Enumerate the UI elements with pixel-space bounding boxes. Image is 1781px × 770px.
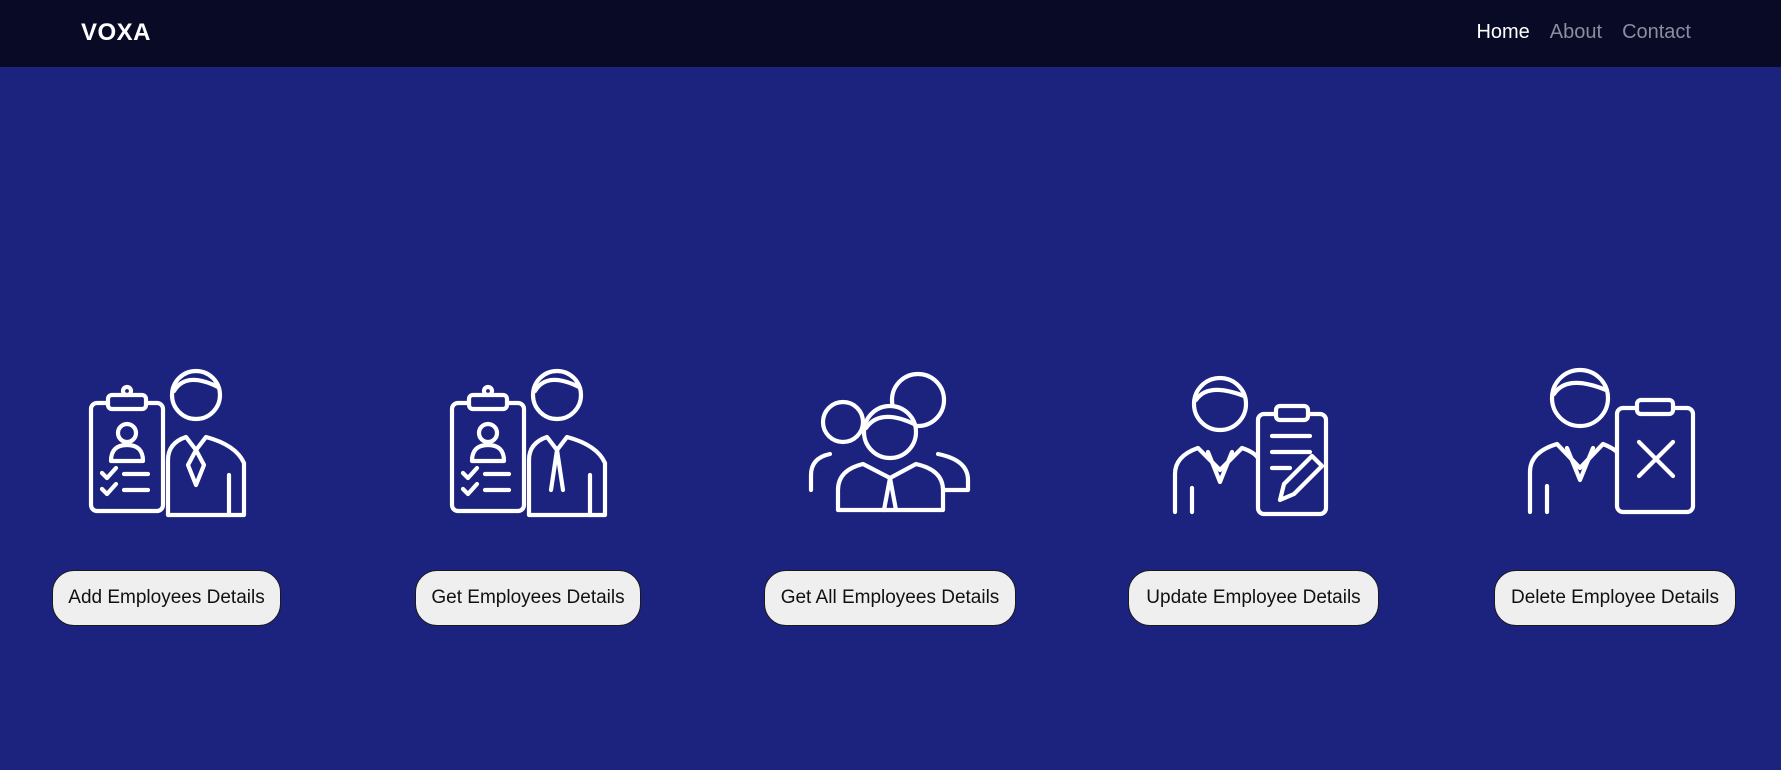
employee-group-icon [808,371,971,513]
delete-employee-button[interactable]: Delete Employee Details [1494,570,1736,626]
employee-delete-clipboard-icon [1527,367,1696,515]
employee-clipboard-checklist-icon [88,368,247,518]
update-employee-button[interactable]: Update Employee Details [1128,570,1379,626]
get-all-employees-button[interactable]: Get All Employees Details [764,570,1016,626]
nav-about-link[interactable]: About [1550,21,1602,44]
add-employees-button[interactable]: Add Employees Details [52,570,281,626]
employee-profile-clipboard-icon [449,368,608,518]
nav-contact-link[interactable]: Contact [1622,21,1691,44]
nav-links: Home About Contact [1476,21,1691,44]
nav-home-link[interactable]: Home [1476,21,1529,44]
navbar: VOXA Home About Contact [0,0,1781,67]
brand-logo[interactable]: VOXA [81,19,151,47]
employee-edit-clipboard-icon [1172,375,1329,517]
get-employees-button[interactable]: Get Employees Details [415,570,641,626]
